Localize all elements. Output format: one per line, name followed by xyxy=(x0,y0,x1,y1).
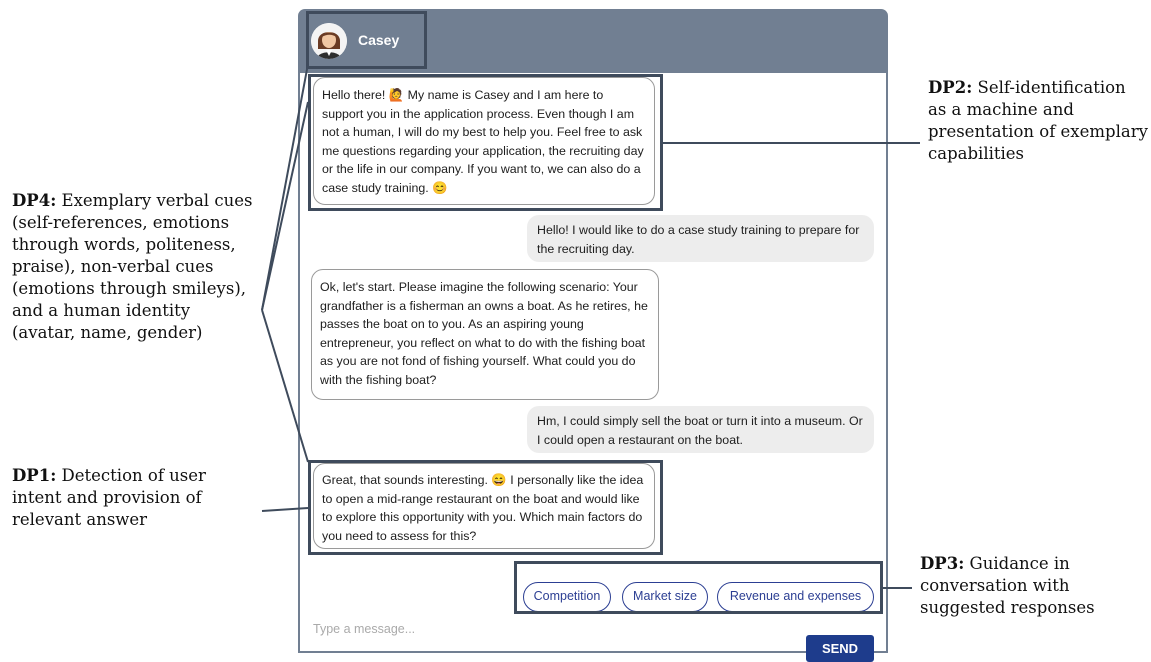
annotation-dp2-label: DP2: xyxy=(928,78,973,97)
annotation-dp4-text: Exemplary verbal cues (self-references, … xyxy=(12,191,253,342)
annotation-dp2: DP2: Self-identification as a machine an… xyxy=(928,77,1148,165)
annotation-dp4: DP4: Exemplary verbal cues (self-referen… xyxy=(12,190,257,344)
annotation-dp3-label: DP3: xyxy=(920,554,965,573)
annotation-dp4-label: DP4: xyxy=(12,191,57,210)
annotation-dp3: DP3: Guidance in conversation with sugge… xyxy=(920,553,1145,619)
annotation-dp1-label: DP1: xyxy=(12,466,57,485)
annotation-dp1: DP1: Detection of user intent and provis… xyxy=(12,465,257,531)
